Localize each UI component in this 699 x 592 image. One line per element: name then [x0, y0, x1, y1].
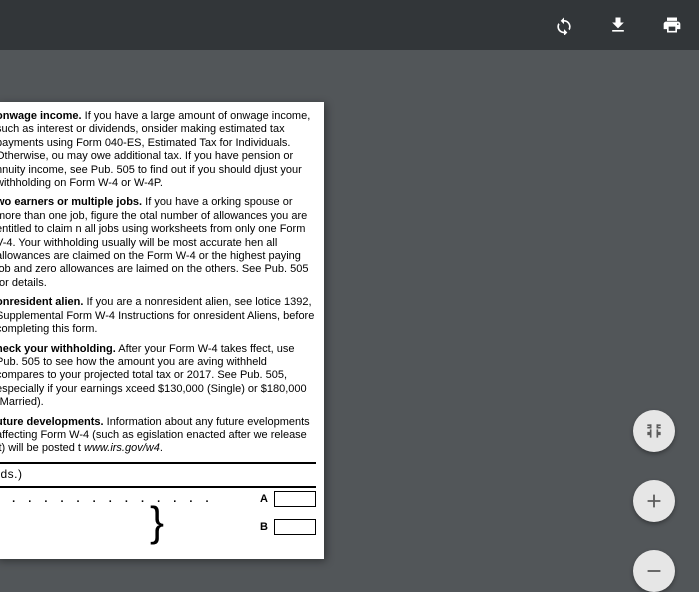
- section-future-dev: uture developments. Information about an…: [0, 416, 316, 456]
- pdf-page: onwage income. If you have a large amoun…: [0, 102, 324, 559]
- pdf-toolbar: [0, 0, 699, 50]
- print-icon[interactable]: [661, 14, 683, 36]
- row-label-b: B: [244, 521, 268, 534]
- dot-leader: . . . . . . . . . . . . . .: [0, 493, 244, 506]
- section-nonresident: onresident alien. If you are a nonreside…: [0, 296, 316, 336]
- section-head: onresident alien.: [0, 296, 83, 308]
- zoom-out-button[interactable]: [633, 550, 675, 592]
- pdf-viewport[interactable]: onwage income. If you have a large amoun…: [0, 50, 699, 542]
- fit-page-button[interactable]: [633, 410, 675, 452]
- section-head: heck your withholding.: [0, 343, 116, 355]
- section-check-withholding: heck your withholding. After your Form W…: [0, 343, 316, 410]
- section-tail: .: [160, 442, 163, 454]
- worksheet-rows: . . . . . . . . . . . . . . A } . . . . …: [0, 491, 316, 551]
- curly-brace-icon: }: [150, 501, 164, 543]
- divider: [0, 462, 316, 464]
- zoom-in-button[interactable]: [633, 480, 675, 522]
- url-text: www.irs.gov/w4: [84, 442, 160, 454]
- section-nonwage: onwage income. If you have a large amoun…: [0, 110, 316, 190]
- divider: [0, 486, 316, 488]
- download-icon[interactable]: [607, 14, 629, 36]
- zoom-controls: [633, 410, 675, 592]
- section-body: If you have a orking spouse or more than…: [0, 196, 308, 288]
- section-head: wo earners or multiple jobs.: [0, 196, 142, 208]
- section-head: onwage income.: [0, 110, 82, 122]
- dot-leader: . . . . . .: [0, 521, 244, 534]
- input-box-a[interactable]: [274, 491, 316, 507]
- rotate-icon[interactable]: [553, 14, 575, 36]
- section-two-earners: wo earners or multiple jobs. If you have…: [0, 196, 316, 290]
- records-fragment: rds.): [0, 467, 316, 482]
- section-head: uture developments.: [0, 416, 104, 428]
- row-label-a: A: [244, 493, 268, 506]
- input-box-b[interactable]: [274, 519, 316, 535]
